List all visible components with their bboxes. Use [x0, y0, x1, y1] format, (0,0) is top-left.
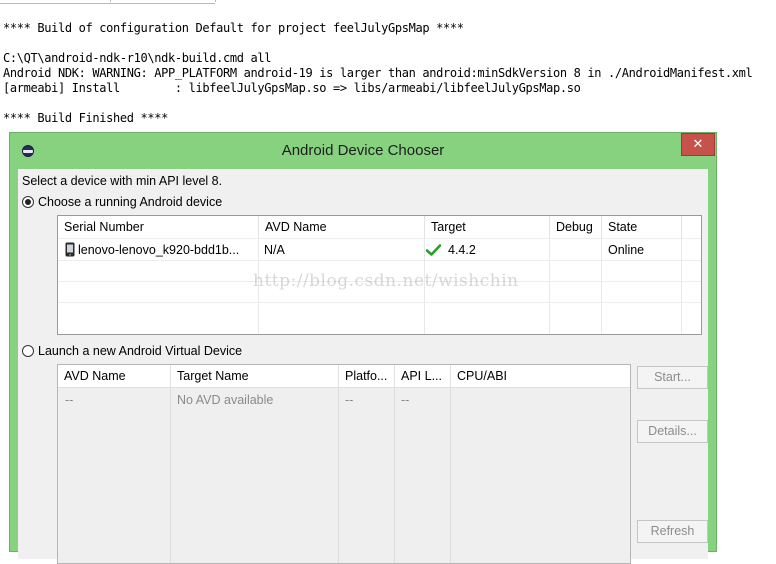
details-button[interactable]: Details... [637, 420, 708, 443]
avd-api-cell: -- [401, 393, 410, 407]
column-header-avd-name[interactable]: AVD Name [58, 365, 171, 387]
column-header-debug[interactable]: Debug [550, 216, 602, 238]
column-header-avd-name[interactable]: AVD Name [259, 216, 425, 238]
avd-name-cell: -- [65, 393, 74, 407]
avd-table[interactable]: AVD Name Target Name Platfo... API L... … [57, 364, 631, 564]
dialog-title: Android Device Chooser [281, 142, 445, 159]
console-tab-edge [0, 0, 216, 4]
choose-running-label[interactable]: Choose a running Android device [38, 195, 222, 209]
launch-new-radio[interactable] [22, 345, 34, 357]
android-device-chooser-dialog: Android Device Chooser ✕ Select a device… [9, 132, 717, 564]
console-line: **** Build of configuration Default for … [3, 21, 464, 35]
column-header-serial[interactable]: Serial Number [58, 216, 259, 238]
column-header-state[interactable]: State [602, 216, 682, 238]
checkmark-icon [426, 244, 441, 256]
refresh-button[interactable]: Refresh [637, 520, 708, 543]
close-button[interactable]: ✕ [681, 133, 715, 156]
column-header-api-level[interactable]: API L... [395, 365, 451, 387]
dialog-titlebar[interactable]: Android Device Chooser ✕ [10, 133, 716, 169]
column-header-target-name[interactable]: Target Name [171, 365, 339, 387]
launch-new-label[interactable]: Launch a new Android Virtual Device [38, 344, 242, 358]
console-line: C:\QT\android-ndk-r10\ndk-build.cmd all [3, 51, 272, 65]
device-target: 4.4.2 [448, 243, 476, 257]
console-line: **** Build Finished **** [3, 111, 168, 125]
close-icon: ✕ [692, 136, 704, 151]
device-state: Online [608, 243, 645, 257]
column-header-cpu-abi[interactable]: CPU/ABI [451, 365, 630, 387]
console-line: Android NDK: WARNING: APP_PLATFORM andro… [3, 66, 753, 80]
phone-icon [65, 242, 75, 257]
column-header-platform[interactable]: Platfo... [339, 365, 395, 387]
choose-running-radio[interactable] [22, 196, 34, 208]
watermark: http://blog.csdn.net/wishchin [253, 271, 519, 291]
console-line: [armeabi] Install : libfeelJulyGpsMap.so… [3, 81, 581, 95]
console-output: **** Build of configuration Default for … [0, 0, 776, 140]
device-avd-name: N/A [264, 243, 285, 257]
avd-target-cell: No AVD available [177, 393, 274, 407]
avd-platform-cell: -- [345, 393, 354, 407]
prompt-label: Select a device with min API level 8. [22, 174, 223, 188]
device-serial: lenovo-lenovo_k920-bdd1b... [78, 243, 240, 257]
dialog-content: Select a device with min API level 8. Ch… [18, 169, 708, 564]
column-header-target[interactable]: Target [425, 216, 550, 238]
start-button[interactable]: Start... [637, 366, 708, 389]
